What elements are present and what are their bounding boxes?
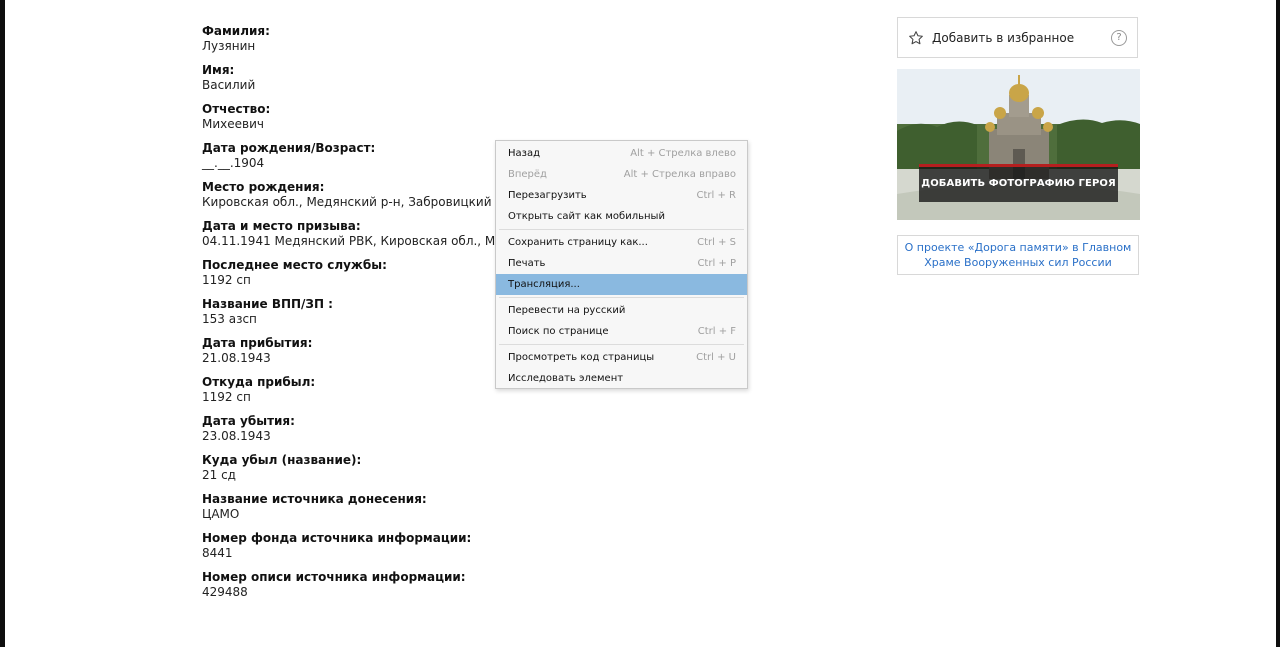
menu-separator: [499, 297, 744, 298]
add-hero-photo-button[interactable]: ДОБАВИТЬ ФОТОГРАФИЮ ГЕРОЯ: [919, 164, 1118, 202]
star-outline-icon: [908, 30, 924, 46]
menu-item-shortcut: Ctrl + F: [697, 326, 736, 337]
about-project-link[interactable]: О проекте «Дорога памяти» в Главном Храм…: [897, 235, 1139, 275]
page: Фамилия: Лузянин Имя: Василий Отчество: …: [0, 0, 1280, 647]
field-value: ЦАМО: [202, 507, 240, 521]
field-label: Дата и место призыва:: [202, 219, 361, 233]
field-value: Василий: [202, 78, 256, 92]
field-value: 153 азсп: [202, 312, 257, 326]
field-label: Место рождения:: [202, 180, 325, 194]
field-label: Отчество:: [202, 102, 271, 116]
menu-item-shortcut: Ctrl + R: [696, 190, 736, 201]
field-source-name: Название источника донесения: ЦАМО: [202, 492, 502, 522]
field-label: Номер фонда источника информации:: [202, 531, 472, 545]
field-label: Дата убытия:: [202, 414, 295, 428]
menu-item-label: Перезагрузить: [508, 190, 587, 201]
field-conscription: Дата и место призыва: 04.11.1941 Медянск…: [202, 219, 580, 249]
menu-item-label: Трансляция...: [508, 279, 580, 290]
menu-item-back[interactable]: Назад Alt + Стрелка влево: [496, 143, 747, 164]
menu-item-label: Исследовать элемент: [508, 373, 624, 384]
menu-item-inspect[interactable]: Исследовать элемент: [496, 368, 747, 389]
menu-item-label: Просмотреть код страницы: [508, 352, 655, 363]
add-to-favorites-button[interactable]: Добавить в избранное ?: [897, 17, 1138, 58]
field-value: 1192 сп: [202, 390, 251, 404]
menu-item-view-source[interactable]: Просмотреть код страницы Ctrl + U: [496, 347, 747, 368]
field-label: Имя:: [202, 63, 235, 77]
field-departed-to: Куда убыл (название): 21 сд: [202, 453, 502, 483]
field-value: 1192 сп: [202, 273, 251, 287]
menu-separator: [499, 229, 744, 230]
field-birth-date: Дата рождения/Возраст: __.__.1904: [202, 141, 502, 171]
menu-item-label: Назад: [508, 148, 541, 159]
field-label: Куда убыл (название):: [202, 453, 362, 467]
field-label: Название источника донесения:: [202, 492, 427, 506]
menu-item-label: Поиск по странице: [508, 326, 609, 337]
field-value: 21 сд: [202, 468, 236, 482]
menu-item-cast[interactable]: Трансляция...: [496, 274, 747, 295]
field-birth-place: Место рождения: Кировская обл., Медянски…: [202, 180, 513, 210]
field-label: Дата прибытия:: [202, 336, 313, 350]
window-edge-left: [0, 0, 5, 647]
menu-item-open-mobile[interactable]: Открыть сайт как мобильный: [496, 206, 747, 227]
menu-item-label: Сохранить страницу как...: [508, 237, 648, 248]
field-label: Откуда прибыл:: [202, 375, 316, 389]
field-value: Лузянин: [202, 39, 256, 53]
field-value: 21.08.1943: [202, 351, 271, 365]
field-arrived-from: Откуда прибыл: 1192 сп: [202, 375, 502, 405]
field-value: __.__.1904: [202, 156, 265, 170]
menu-item-forward[interactable]: Вперёд Alt + Стрелка вправо: [496, 164, 747, 185]
context-menu: Назад Alt + Стрелка влево Вперёд Alt + С…: [495, 140, 748, 389]
question-circle-icon[interactable]: ?: [1111, 29, 1127, 46]
menu-item-label: Вперёд: [508, 169, 547, 180]
field-value: Михеевич: [202, 117, 264, 131]
window-edge-right: [1276, 0, 1280, 647]
menu-item-shortcut: Alt + Стрелка влево: [630, 148, 736, 159]
field-label: Номер описи источника информации:: [202, 570, 466, 584]
field-value: 429488: [202, 585, 248, 599]
menu-item-label: Открыть сайт как мобильный: [508, 211, 665, 222]
menu-item-translate[interactable]: Перевести на русский: [496, 300, 747, 321]
field-value: 23.08.1943: [202, 429, 271, 443]
field-value: Кировская обл., Медянский р-н, Забровицк…: [202, 195, 513, 209]
menu-item-reload[interactable]: Перезагрузить Ctrl + R: [496, 185, 747, 206]
field-value: 04.11.1941 Медянский РВК, Кировская обл.…: [202, 234, 580, 248]
menu-item-shortcut: Alt + Стрелка вправо: [623, 169, 736, 180]
field-first-name: Имя: Василий: [202, 63, 502, 93]
field-departure-date: Дата убытия: 23.08.1943: [202, 414, 502, 444]
field-inventory-number: Номер описи источника информации: 429488: [202, 570, 502, 600]
menu-item-print[interactable]: Печать Ctrl + P: [496, 253, 747, 274]
field-label: Название ВПП/ЗП :: [202, 297, 333, 311]
field-surname: Фамилия: Лузянин: [202, 24, 502, 54]
menu-item-shortcut: Ctrl + P: [697, 258, 736, 269]
menu-item-label: Печать: [508, 258, 546, 269]
menu-separator: [499, 344, 744, 345]
field-vpp-name: Название ВПП/ЗП : 153 азсп: [202, 297, 502, 327]
menu-item-find[interactable]: Поиск по странице Ctrl + F: [496, 321, 747, 342]
field-fund-number: Номер фонда источника информации: 8441: [202, 531, 502, 561]
record-fields: Фамилия: Лузянин Имя: Василий Отчество: …: [202, 24, 580, 609]
field-label: Фамилия:: [202, 24, 270, 38]
add-hero-photo-banner[interactable]: ДОБАВИТЬ ФОТОГРАФИЮ ГЕРОЯ: [897, 69, 1140, 220]
menu-item-save-page[interactable]: Сохранить страницу как... Ctrl + S: [496, 232, 747, 253]
field-patronymic: Отчество: Михеевич: [202, 102, 502, 132]
field-label: Последнее место службы:: [202, 258, 387, 272]
menu-item-shortcut: Ctrl + S: [697, 237, 736, 248]
menu-item-shortcut: Ctrl + U: [696, 352, 736, 363]
field-last-service: Последнее место службы: 1192 сп: [202, 258, 502, 288]
favorites-label: Добавить в избранное: [932, 30, 1075, 45]
field-label: Дата рождения/Возраст:: [202, 141, 376, 155]
field-arrival-date: Дата прибытия: 21.08.1943: [202, 336, 502, 366]
menu-item-label: Перевести на русский: [508, 305, 626, 316]
field-value: 8441: [202, 546, 233, 560]
